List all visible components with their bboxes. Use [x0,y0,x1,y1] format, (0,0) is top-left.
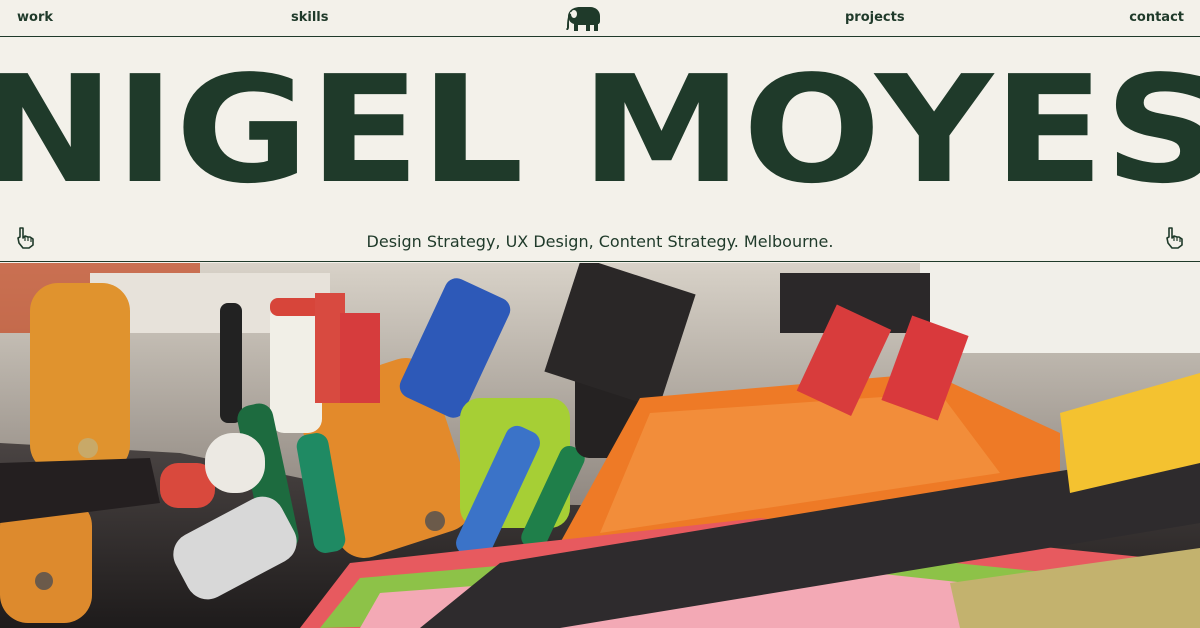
nav-link-skills[interactable]: skills [291,10,329,25]
stationery-photo [0,263,1200,628]
hero-title-text: NIGEL MOYES [0,44,1200,216]
tagline: Design Strategy, UX Design, Content Stra… [366,232,834,251]
nav-link-projects[interactable]: projects [845,10,905,25]
hero-title: NIGEL MOYES [0,40,1200,220]
nav-link-contact[interactable]: contact [1129,10,1184,25]
pointing-hand-icon [1166,227,1183,249]
hero-photo [0,263,1200,628]
top-navigation: work skills projects contact [0,0,1200,37]
elephant-icon[interactable] [562,3,604,35]
tagline-row: Design Strategy, UX Design, Content Stra… [0,222,1200,262]
nav-link-work[interactable]: work [17,10,53,25]
